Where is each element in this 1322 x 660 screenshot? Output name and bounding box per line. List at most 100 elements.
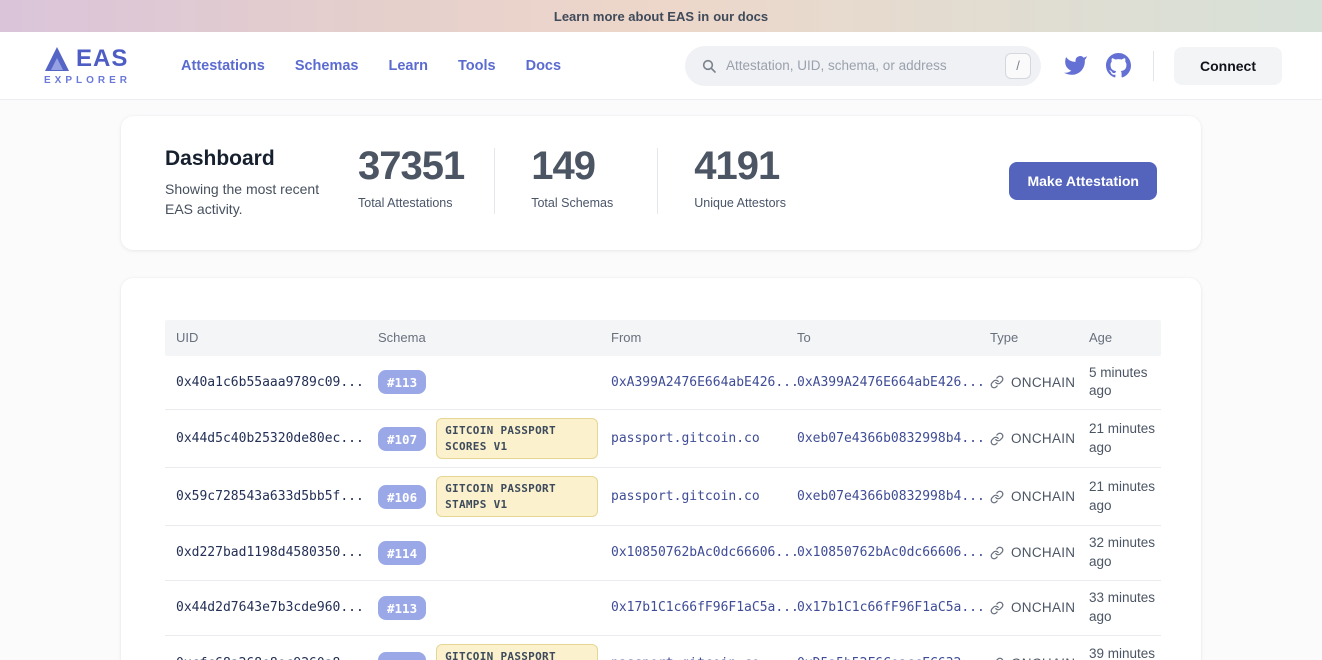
table-header-row: UID Schema From To Type Age	[165, 320, 1161, 356]
type-label: ONCHAIN	[1011, 600, 1075, 615]
from-address-link[interactable]: passport.gitcoin.co	[600, 431, 786, 446]
table-row[interactable]: 0xd227bad1198d4580350... #114 0x10850762…	[165, 526, 1161, 581]
page-subtitle: Showing the most recent EAS activity.	[165, 179, 350, 220]
attestation-uid-link[interactable]: 0x44d2d7643e7b3cde960...	[165, 600, 367, 615]
link-icon	[990, 490, 1004, 504]
nav-tools[interactable]: Tools	[458, 58, 496, 74]
search-icon	[701, 58, 717, 74]
from-address-link[interactable]: 0x17b1C1c66fF96F1aC5a...	[600, 600, 786, 615]
attestation-type: ONCHAIN	[979, 375, 1078, 390]
link-icon	[990, 601, 1004, 615]
search-input[interactable]	[726, 58, 1005, 73]
stat-divider	[657, 148, 658, 214]
to-address-link[interactable]: 0x17b1C1c66fF96F1aC5a...	[786, 600, 979, 615]
attestation-type: ONCHAIN	[979, 545, 1078, 560]
from-address-link[interactable]: passport.gitcoin.co	[600, 656, 786, 660]
table-row[interactable]: 0x44d5c40b25320de80ec... #107 GITCOIN PA…	[165, 410, 1161, 468]
table-row[interactable]: 0x44d2d7643e7b3cde960... #113 0x17b1C1c6…	[165, 581, 1161, 636]
schema-name-badge[interactable]: GITCOIN PASSPORT SCORES V1	[436, 644, 598, 660]
column-header-type: Type	[979, 330, 1078, 345]
dashboard-card: Dashboard Showing the most recent EAS ac…	[121, 116, 1201, 250]
nav-attestations[interactable]: Attestations	[181, 58, 265, 74]
to-address-link[interactable]: 0xeb07e4366b0832998b4...	[786, 489, 979, 504]
attestation-uid-link[interactable]: 0x59c728543a633d5bb5f...	[165, 489, 367, 504]
stat-divider	[494, 148, 495, 214]
stat-label: Unique Attestors	[694, 195, 790, 213]
attestation-age: 21 minutes ago	[1078, 420, 1161, 458]
schema-id-badge[interactable]: #106	[378, 485, 426, 509]
logo-title: EAS	[76, 47, 128, 71]
social-links	[1063, 53, 1131, 78]
attestation-age: 33 minutes ago	[1078, 589, 1161, 627]
schema-id-badge[interactable]: #113	[378, 596, 426, 620]
attestation-age: 39 minutes ago	[1078, 645, 1161, 660]
attestation-uid-link[interactable]: 0x40a1c6b55aaa9789c09...	[165, 375, 367, 390]
table-row[interactable]: 0x40a1c6b55aaa9789c09... #113 0xA399A247…	[165, 356, 1161, 411]
attestations-table-card: UID Schema From To Type Age 0x40a1c6b55a…	[121, 278, 1201, 660]
from-address-link[interactable]: 0xA399A2476E664abE426...	[600, 375, 786, 390]
to-address-link[interactable]: 0xA399A2476E664abE426...	[786, 375, 979, 390]
nav-schemas[interactable]: Schemas	[295, 58, 359, 74]
stat-label: Total Schemas	[531, 195, 626, 213]
column-header-age: Age	[1078, 330, 1161, 345]
nav-learn[interactable]: Learn	[389, 58, 429, 74]
main-nav: Attestations Schemas Learn Tools Docs	[181, 58, 561, 74]
link-icon	[990, 546, 1004, 560]
stats-row: 37351 Total Attestations 149 Total Schem…	[358, 146, 790, 214]
app-header: EAS EXPLORER Attestations Schemas Learn …	[0, 32, 1322, 100]
schema-name-badge[interactable]: GITCOIN PASSPORT SCORES V1	[436, 418, 598, 459]
twitter-icon[interactable]	[1063, 53, 1088, 78]
github-icon[interactable]	[1106, 53, 1131, 78]
attestation-uid-link[interactable]: 0xd227bad1198d4580350...	[165, 545, 367, 560]
schema-name-badge[interactable]: GITCOIN PASSPORT STAMPS V1	[436, 476, 598, 517]
from-address-link[interactable]: passport.gitcoin.co	[600, 489, 786, 504]
search-bar[interactable]: /	[685, 46, 1041, 86]
attestation-age: 32 minutes ago	[1078, 534, 1161, 572]
stat-unique-attestors: 4191 Unique Attestors	[694, 146, 790, 213]
attestation-uid-link[interactable]: 0xcfc68a268e8ec9260a8...	[165, 656, 367, 660]
announcement-banner: Learn more about EAS in our docs	[0, 0, 1322, 32]
table-row[interactable]: 0x59c728543a633d5bb5f... #106 GITCOIN PA…	[165, 468, 1161, 526]
attestation-age: 21 minutes ago	[1078, 478, 1161, 516]
stat-label: Total Attestations	[358, 195, 453, 213]
to-address-link[interactable]: 0xD5a5b52F6CeaccEC632...	[786, 656, 979, 660]
nav-docs[interactable]: Docs	[526, 58, 561, 74]
eas-triangle-icon	[44, 46, 70, 72]
link-icon	[990, 432, 1004, 446]
stat-total-schemas: 149 Total Schemas	[531, 146, 627, 213]
header-divider	[1153, 51, 1154, 81]
connect-wallet-button[interactable]: Connect	[1174, 47, 1282, 85]
attestation-type: ONCHAIN	[979, 656, 1078, 660]
stat-value: 37351	[358, 146, 464, 186]
dashboard-title-block: Dashboard Showing the most recent EAS ac…	[165, 144, 358, 220]
to-address-link[interactable]: 0xeb07e4366b0832998b4...	[786, 431, 979, 446]
make-attestation-button[interactable]: Make Attestation	[1009, 162, 1157, 200]
schema-id-badge[interactable]: #107	[378, 652, 426, 660]
logo-subtitle: EXPLORER	[44, 75, 131, 86]
attestation-type: ONCHAIN	[979, 431, 1078, 446]
attestations-table: UID Schema From To Type Age 0x40a1c6b55a…	[165, 320, 1161, 660]
column-header-from: From	[600, 330, 786, 345]
table-row[interactable]: 0xcfc68a268e8ec9260a8... #107 GITCOIN PA…	[165, 636, 1161, 660]
attestation-type: ONCHAIN	[979, 489, 1078, 504]
to-address-link[interactable]: 0x10850762bAc0dc66606...	[786, 545, 979, 560]
attestation-age: 5 minutes ago	[1078, 364, 1161, 402]
stat-value: 4191	[694, 146, 790, 186]
eas-logo[interactable]: EAS EXPLORER	[44, 46, 131, 86]
page-title: Dashboard	[165, 147, 358, 171]
stat-total-attestations: 37351 Total Attestations	[358, 146, 464, 213]
from-address-link[interactable]: 0x10850762bAc0dc66606...	[600, 545, 786, 560]
banner-text: Learn more about EAS in	[554, 9, 709, 24]
schema-id-badge[interactable]: #113	[378, 370, 426, 394]
schema-id-badge[interactable]: #114	[378, 541, 426, 565]
column-header-to: To	[786, 330, 979, 345]
type-label: ONCHAIN	[1011, 375, 1075, 390]
schema-id-badge[interactable]: #107	[378, 427, 426, 451]
stat-value: 149	[531, 146, 627, 186]
attestation-type: ONCHAIN	[979, 600, 1078, 615]
column-header-schema: Schema	[367, 330, 600, 345]
type-label: ONCHAIN	[1011, 656, 1075, 660]
column-header-uid: UID	[165, 330, 367, 345]
banner-docs-link[interactable]: our docs	[713, 9, 768, 24]
attestation-uid-link[interactable]: 0x44d5c40b25320de80ec...	[165, 431, 367, 446]
